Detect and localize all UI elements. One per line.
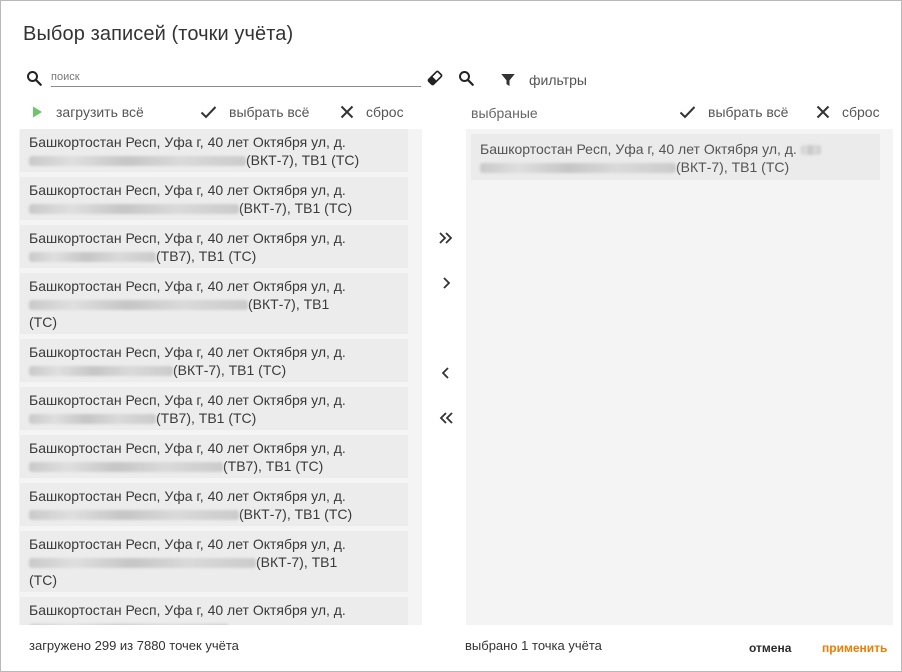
item-suffix: (ВКТ-7), ТВ1 — [248, 296, 330, 312]
item-address: Башкортостан Респ, Уфа г, 40 лет Октября… — [29, 392, 346, 408]
item-address: Башкортостан Респ, Уфа г, 40 лет Октября… — [29, 488, 346, 504]
selected-list[interactable]: Башкортостан Респ, Уфа г, 40 лет Октября… — [466, 129, 893, 625]
redacted-text — [29, 414, 156, 425]
item-address: Башкортостан Респ, Уфа г, 40 лет Октября… — [29, 602, 346, 618]
item-suffix: (ВКТ-7), ТВ1 (ТС) — [246, 152, 360, 168]
item-address: Башкортостан Респ, Уфа г, 40 лет Октября… — [29, 440, 346, 456]
reset-left-button[interactable]: сброс — [340, 102, 404, 122]
item-address: Башкортостан Респ, Уфа г, 40 лет Октября… — [29, 182, 346, 198]
loaded-status: загружено 299 из 7880 точек учёта — [29, 638, 239, 653]
selected-status: выбрано 1 точка учёта — [465, 638, 602, 653]
list-item[interactable]: Башкортостан Респ, Уфа г, 40 лет Октября… — [20, 225, 408, 268]
reset-left-label: сброс — [366, 104, 404, 120]
list-item[interactable]: Башкортостан Респ, Уфа г, 40 лет Октября… — [20, 177, 408, 220]
redacted-text — [29, 156, 246, 167]
item-address: Башкортостан Респ, Уфа г, 40 лет Октября… — [29, 278, 346, 294]
redacted-text — [29, 252, 156, 263]
select-all-left-button[interactable]: выбрать всё — [200, 102, 309, 122]
item-suffix-cont: (ТС) — [29, 572, 57, 588]
item-suffix: (ТВ7), ТВ1 (ТС) — [156, 410, 257, 426]
search-submit-icon[interactable] — [457, 69, 475, 87]
close-icon — [816, 105, 830, 119]
item-suffix: (ВКТ-7), ТВ1 (ТС) — [239, 200, 353, 216]
double-chevron-right-icon — [438, 231, 454, 245]
list-item[interactable]: Башкортостан Респ, Уфа г, 40 лет Октября… — [20, 273, 408, 334]
filters-button[interactable]: фильтры — [499, 69, 587, 91]
search-row — [23, 67, 483, 91]
select-all-left-label: выбрать всё — [229, 104, 310, 120]
check-icon — [679, 105, 696, 119]
reset-right-button[interactable]: сброс — [816, 102, 880, 122]
select-all-right-button[interactable]: выбрать всё — [679, 102, 788, 122]
select-all-right-label: выбрать всё — [708, 104, 789, 120]
item-address: Башкортостан Респ, Уфа г, 40 лет Октября… — [29, 344, 346, 360]
item-suffix: (ВКТ-7), ТВ1 — [256, 554, 338, 570]
load-all-button[interactable]: загрузить всё — [30, 102, 144, 122]
redacted-text — [29, 300, 248, 311]
eraser-icon[interactable] — [425, 68, 445, 88]
list-item[interactable]: Башкортостан Респ, Уфа г, 40 лет Октября… — [471, 134, 880, 180]
search-input[interactable] — [51, 67, 421, 87]
list-item[interactable]: Башкортостан Респ, Уфа г, 40 лет Октября… — [20, 129, 408, 172]
item-address: Башкортостан Респ, Уфа г, 40 лет Октября… — [29, 134, 346, 150]
redacted-text — [29, 462, 223, 473]
dialog-title: Выбор записей (точки учёта) — [23, 23, 294, 45]
search-icon — [25, 69, 43, 87]
available-list[interactable]: Башкортостан Респ, Уфа г, 40 лет Октября… — [19, 129, 422, 625]
move-left-button[interactable] — [434, 361, 458, 385]
item-suffix-cont: (ТС) — [29, 314, 57, 330]
item-suffix: (ТВ7), ТВ1 (ТС) — [156, 248, 257, 264]
play-icon — [30, 105, 44, 119]
item-suffix: (ВКТ-7), ТВ1 (ТС) — [676, 159, 790, 175]
redacted-text — [480, 163, 676, 174]
filters-label: фильтры — [529, 72, 587, 88]
chevron-left-icon — [441, 366, 451, 380]
redacted-text — [800, 145, 821, 156]
list-item[interactable]: Башкортостан Респ, Уфа г, 40 лет Октября… — [20, 531, 408, 592]
double-chevron-left-icon — [438, 411, 454, 425]
item-suffix: (ТВ7), ТВ1 (ТС) — [223, 458, 324, 474]
move-all-right-button[interactable] — [434, 226, 458, 250]
redacted-text — [29, 558, 256, 569]
apply-button[interactable]: применить — [822, 641, 887, 655]
reset-right-label: сброс — [842, 104, 880, 120]
redacted-text — [29, 624, 229, 625]
redacted-text — [29, 204, 239, 215]
selected-section-label: выбраные — [471, 105, 538, 121]
list-item[interactable]: Башкортостан Респ, Уфа г, 40 лет Октября… — [20, 435, 408, 478]
item-address: Башкортостан Респ, Уфа г, 40 лет Октября… — [480, 141, 797, 157]
item-address: Башкортостан Респ, Уфа г, 40 лет Октября… — [29, 536, 346, 552]
cancel-button[interactable]: отмена — [749, 641, 791, 655]
redacted-text — [29, 366, 173, 377]
item-address: Башкортостан Респ, Уфа г, 40 лет Октября… — [29, 230, 346, 246]
select-records-dialog: Выбор записей (точки учёта) фильтры загр… — [0, 0, 902, 672]
chevron-right-icon — [441, 276, 451, 290]
list-item[interactable]: Башкортостан Респ, Уфа г, 40 лет Октября… — [20, 387, 408, 430]
item-suffix: (ВКТ-7), ТВ1 (ТС) — [173, 362, 287, 378]
list-item[interactable]: Башкортостан Респ, Уфа г, 40 лет Октября… — [20, 483, 408, 526]
move-all-left-button[interactable] — [434, 406, 458, 430]
load-all-label: загрузить всё — [56, 104, 144, 120]
check-icon — [200, 105, 217, 119]
filter-icon — [499, 71, 517, 89]
close-icon — [340, 105, 354, 119]
list-item[interactable]: Башкортостан Респ, Уфа г, 40 лет Октября… — [20, 339, 408, 382]
redacted-text — [29, 510, 239, 521]
list-item[interactable]: Башкортостан Респ, Уфа г, 40 лет Октября… — [20, 597, 408, 625]
item-suffix: (ВКТ-7), ТВ1 (ТС) — [239, 506, 353, 522]
move-right-button[interactable] — [434, 271, 458, 295]
